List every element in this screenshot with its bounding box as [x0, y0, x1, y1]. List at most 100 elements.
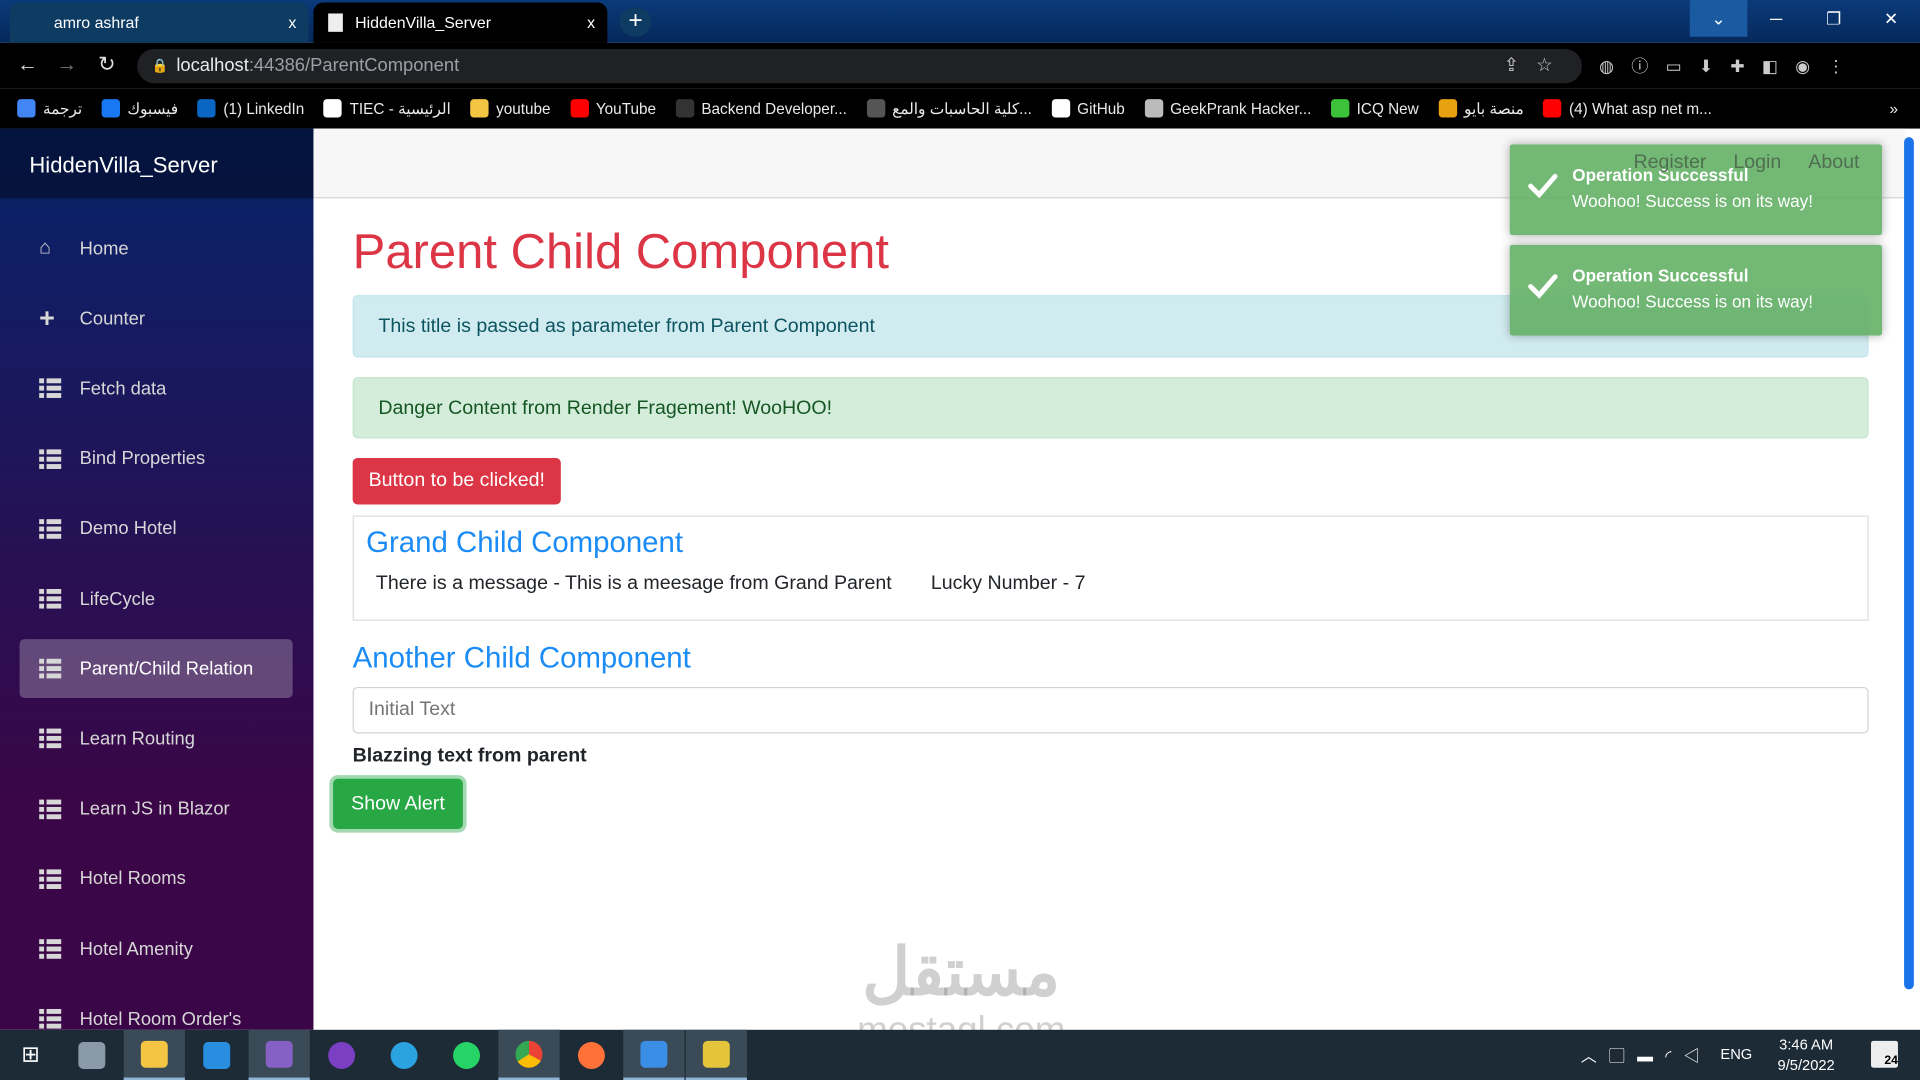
register-link[interactable]: Register	[1633, 152, 1706, 173]
sidebar-item-lifecycle[interactable]: LifeCycle	[20, 569, 293, 628]
close-window-button[interactable]: ✕	[1862, 0, 1920, 37]
check-icon	[1528, 173, 1558, 199]
sidebar-item-learn-js-in-blazor[interactable]: Learn JS in Blazor	[20, 780, 293, 839]
brand[interactable]: HiddenVilla_Server	[0, 128, 314, 199]
screen: amro ashraf x HiddenVilla_Server x + ⌄ ─ ❐ ✕ …	[0, 0, 1920, 1080]
podcast-app-icon[interactable]	[311, 1030, 372, 1080]
sidebar-item-bind-properties[interactable]: Bind Properties	[20, 429, 293, 488]
sidebar-item-demo-hotel[interactable]: Demo Hotel	[20, 499, 293, 558]
toast-message: Woohoo! Success is on its way!	[1572, 291, 1813, 312]
sidebar-item-hotel-amenity[interactable]: Hotel Amenity	[20, 920, 293, 979]
button-to-be-clicked[interactable]: Button to be clicked!	[352, 457, 561, 505]
bookmark[interactable]: كلية الحاسبات والمع...	[866, 99, 1032, 118]
address-bar-row: ← → ↻ 🔒 localhost:44386/ParentComponent ⇪☆…	[0, 42, 1920, 89]
bookmarks-bar: ترجمة فيسبوك (1) LinkedIn TIEC - الرئيسية yo…	[0, 88, 1920, 129]
list-icon	[39, 1009, 62, 1029]
visual-studio-icon[interactable]	[248, 1029, 310, 1080]
sidebar-item-home[interactable]: ⌂ Home	[20, 219, 293, 278]
url-input[interactable]: 🔒 localhost:44386/ParentComponent ⇪☆	[137, 48, 1583, 84]
sidebar-item-label: Learn JS in Blazor	[79, 798, 230, 820]
grand-child-title: Grand Child Component	[366, 526, 684, 560]
list-icon	[39, 378, 62, 399]
clock[interactable]: 3:46 AM 9/5/2022	[1763, 1035, 1849, 1077]
bookmark[interactable]: ICQ New	[1330, 99, 1419, 118]
star-icon[interactable]: ☆	[1536, 55, 1570, 76]
forward-icon[interactable]: →	[56, 53, 77, 77]
watermark-arabic: مستقل	[862, 935, 1061, 1009]
success-alert: Danger Content from Render Fragement! Wo…	[352, 377, 1869, 439]
tab-search-icon[interactable]: ⌄	[1689, 0, 1748, 37]
bookmark[interactable]: ترجمة	[17, 99, 83, 118]
bookmark-favicon-icon	[1330, 99, 1350, 118]
bookmark[interactable]: GitHub	[1051, 99, 1125, 118]
bookmark-label: GitHub	[1077, 99, 1125, 117]
toast-title: Operation Successful	[1572, 265, 1749, 286]
grand-child-message: There is a message - This is a meesage f…	[375, 573, 892, 594]
reload-icon[interactable]: ↻	[98, 53, 115, 77]
bookmark[interactable]: GeekPrank Hacker...	[1144, 99, 1312, 118]
more-bookmarks-button[interactable]: »	[1889, 100, 1898, 117]
taskbar-app-icon[interactable]	[61, 1030, 122, 1080]
tray-icons[interactable]: ︿▢▬◜◁	[1581, 1043, 1712, 1066]
bookmark-favicon-icon	[323, 99, 343, 118]
minimize-button[interactable]: ─	[1747, 0, 1805, 37]
bookmark[interactable]: فيسبوك	[101, 99, 178, 118]
restore-button[interactable]: ❐	[1805, 0, 1863, 37]
back-icon[interactable]: ←	[17, 53, 38, 77]
page-icon	[328, 13, 343, 32]
another-child-title: Another Child Component	[352, 641, 691, 675]
photos-icon[interactable]	[623, 1029, 685, 1080]
sidebar: HiddenVilla_Server ⌂ Home + Counter Fetch da…	[0, 128, 314, 1030]
telegram-icon[interactable]	[373, 1030, 434, 1080]
sidebar-item-hotel-rooms[interactable]: Hotel Rooms	[20, 850, 293, 909]
start-button[interactable]: ⊞	[0, 1030, 61, 1080]
share-icon[interactable]: ⇪	[1504, 55, 1537, 76]
top-row-links: Register Login About	[1633, 152, 1886, 174]
toast-notification[interactable]: Operation Successful Woohoo! Success is o…	[1509, 244, 1883, 336]
sidebar-item-label: Parent/Child Relation	[79, 658, 254, 680]
bookmark-label: ICQ New	[1356, 99, 1419, 117]
notification-center-icon[interactable]: 24	[1871, 1040, 1898, 1068]
vscode-icon[interactable]	[186, 1030, 247, 1080]
home-icon: ⌂	[39, 237, 52, 259]
extension-icons[interactable]: ◍ⓘ▭⬇✚◧◉⋮	[1599, 54, 1861, 78]
bookmark[interactable]: (1) LinkedIn	[197, 99, 304, 118]
firefox-icon[interactable]	[561, 1030, 622, 1080]
sidebar-item-counter[interactable]: + Counter	[20, 289, 293, 348]
language-indicator[interactable]: ENG	[1720, 1046, 1752, 1063]
plus-icon: +	[39, 302, 55, 334]
bookmark-label: ترجمة	[42, 100, 83, 118]
bookmark[interactable]: Backend Developer...	[675, 99, 847, 118]
list-icon	[39, 588, 62, 609]
sidebar-item-learn-routing[interactable]: Learn Routing	[20, 709, 293, 768]
lucky-number: Lucky Number - 7	[930, 573, 1086, 594]
bookmark-favicon-icon	[197, 99, 217, 118]
bookmark[interactable]: منصة بايو	[1438, 99, 1524, 118]
close-tab-icon[interactable]: x	[288, 13, 296, 31]
bookmark[interactable]: youtube	[470, 99, 551, 118]
close-tab-icon[interactable]: x	[587, 13, 595, 31]
file-explorer-icon[interactable]	[123, 1029, 185, 1080]
browser-tab[interactable]: amro ashraf x	[9, 2, 309, 43]
whatsapp-icon[interactable]	[436, 1030, 497, 1080]
app-icon[interactable]	[685, 1029, 747, 1080]
scrollbar[interactable]	[1904, 137, 1914, 990]
text-input[interactable]	[352, 686, 1869, 734]
new-tab-button[interactable]: +	[619, 7, 652, 37]
toast-message: Woohoo! Success is on its way!	[1572, 191, 1813, 211]
login-link[interactable]: Login	[1733, 152, 1781, 173]
bookmark[interactable]: (4) What asp net m...	[1543, 99, 1712, 118]
chrome-icon[interactable]	[498, 1029, 560, 1080]
show-alert-button[interactable]: Show Alert	[333, 778, 463, 829]
about-link[interactable]: About	[1808, 152, 1859, 173]
sidebar-item-parent-child-relation[interactable]: Parent/Child Relation	[19, 639, 293, 699]
browser-tab-active[interactable]: HiddenVilla_Server x	[313, 2, 608, 43]
bookmark-label: (4) What asp net m...	[1568, 99, 1712, 117]
bookmark[interactable]: YouTube	[570, 99, 656, 118]
sidebar-item-fetch-data[interactable]: Fetch data	[20, 359, 293, 418]
sidebar-item-label: Fetch data	[79, 378, 167, 400]
time: 3:46 AM	[1779, 1035, 1834, 1054]
bookmark-label: GeekPrank Hacker...	[1170, 99, 1312, 117]
check-icon	[1528, 274, 1558, 299]
bookmark[interactable]: TIEC - الرئيسية	[323, 99, 451, 118]
